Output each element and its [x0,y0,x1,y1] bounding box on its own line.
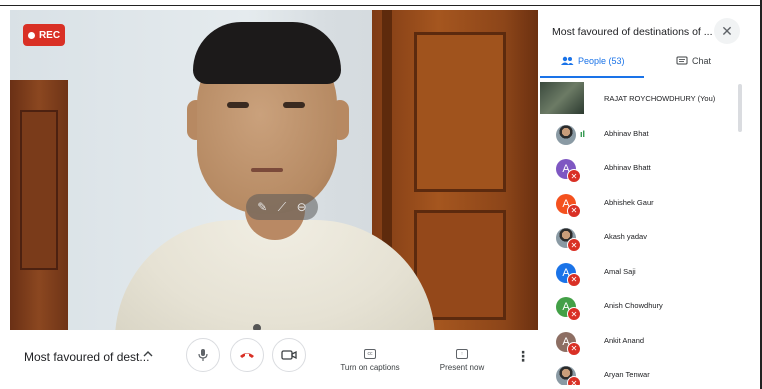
mic-off-icon: ✕ [567,203,581,218]
pin-icon[interactable]: ✎ [257,200,267,214]
people-panel: Most favoured of destinations of ... ✕ P… [540,10,748,385]
participant-name: Abhinav Bhatt [604,163,651,172]
mic-off-icon: ✕ [567,272,581,287]
participant-row[interactable]: A ✕ Abhinav Bhatt [540,151,736,186]
panel-tabs: People (53) Chat [540,52,748,78]
participant-row[interactable]: ıl Abhinav Bhat [540,117,736,152]
panel-title: Most favoured of destinations of ... [552,26,712,38]
more-options-icon[interactable]: ⋮ [516,348,530,365]
mic-off-icon: ✕ [567,238,581,252]
leave-call-button[interactable] [230,338,264,372]
main-video-tile[interactable]: REC ✎ ⟋ ⊖ [10,10,538,330]
participants-scrollbar[interactable] [738,84,742,132]
mute-participant-icon[interactable]: ⟋ [278,200,286,215]
participant-name: Akash yadav [604,232,647,241]
meet-window: REC ✎ ⟋ ⊖ Most favoured of dest... cc Tu… [0,0,762,389]
top-border [0,0,762,6]
participant-row[interactable]: A ✕ Abhishek Gaur [540,186,736,221]
close-icon: ✕ [721,22,733,39]
record-dot-icon [27,31,35,39]
microphone-button[interactable] [186,338,220,372]
tab-people-label: People (53) [578,56,625,66]
camera-button[interactable] [272,338,306,372]
participant-name: Aryan Tenwar [604,370,650,379]
video-person [105,10,435,330]
participants-list: RAJAT ROYCHOWDHURY (You) ıl Abhinav Bhat… [540,82,736,385]
tile-hover-controls: ✎ ⟋ ⊖ [246,194,318,220]
participant-name: Amal Saji [604,266,636,276]
participant-name: Abhinav Bhat [604,128,649,138]
tab-people[interactable]: People (53) [560,56,625,66]
present-icon: ↑ [456,349,468,359]
camera-icon [281,350,297,360]
tab-chat-label: Chat [692,56,712,66]
participant-name: Anish Chowdhury [604,301,663,310]
participant-row[interactable]: ✕ Akash yadav [540,220,736,255]
participant-row[interactable]: A ✕ Anish Chowdhury [540,289,736,324]
captions-icon: cc [364,349,376,359]
present-label: Present now [439,363,485,372]
video-door-left [10,80,68,330]
participant-name: RAJAT ROYCHOWDHURY (You) [604,94,716,103]
microphone-icon [198,349,208,361]
remove-participant-icon[interactable]: ⊖ [297,200,307,214]
participant-name: Ankit Anand [604,335,645,345]
mic-off-icon: ✕ [567,376,581,385]
participant-row[interactable]: RAJAT ROYCHOWDHURY (You) [540,82,736,117]
present-now-button[interactable]: ↑ Present now [434,342,490,372]
participant-row[interactable]: A ✕ Ankit Anand [540,324,736,359]
people-icon [561,56,574,65]
mic-off-icon: ✕ [567,307,581,321]
participant-row[interactable]: ✕ Aryan Tenwar [540,358,736,385]
close-panel-button[interactable]: ✕ [714,18,740,44]
participant-video-thumbnail [540,82,584,114]
recording-label: REC [38,29,61,41]
captions-button[interactable]: cc Turn on captions [338,342,402,372]
chat-icon [676,56,688,65]
phone-hangup-icon [240,353,254,358]
captions-label: Turn on captions [340,363,400,372]
bottom-control-bar: Most favoured of dest... cc Turn on capt… [10,330,538,385]
tab-chat[interactable]: Chat [676,56,711,66]
active-tab-indicator [540,76,644,78]
meeting-details-title[interactable]: Most favoured of dest... [24,350,149,364]
participant-row[interactable]: A ✕ Amal Saji [540,255,736,290]
participant-name: Abhishek Gaur [604,197,654,207]
mic-off-icon: ✕ [567,341,581,356]
speaking-indicator-icon: ıl [580,128,586,139]
chevron-up-icon[interactable] [142,348,154,362]
recording-badge: REC [23,24,65,46]
mic-off-icon: ✕ [567,169,581,183]
participant-avatar [556,124,576,145]
